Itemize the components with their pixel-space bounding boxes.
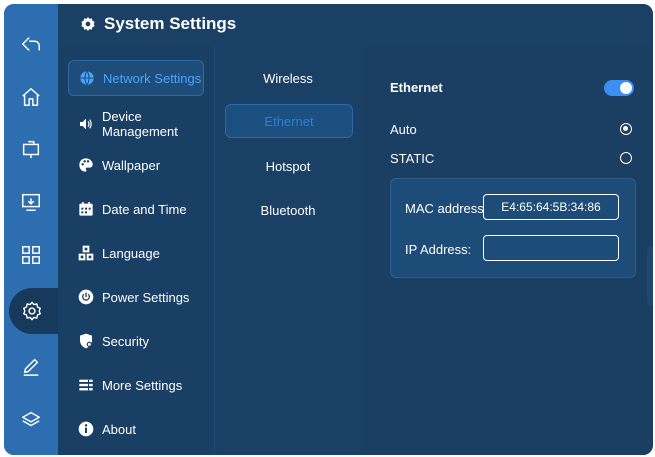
scroll-handle[interactable] <box>647 246 653 306</box>
menu-item-language[interactable]: Language <box>68 236 202 270</box>
ip-address-field[interactable] <box>483 235 619 261</box>
tab-wireless[interactable]: Wireless <box>225 62 351 94</box>
layers-button[interactable] <box>4 398 58 442</box>
app-window: System Settings Network Settings Device … <box>4 4 653 455</box>
speaker-icon <box>80 118 92 130</box>
menu-item-power-settings[interactable]: Power Settings <box>68 280 202 314</box>
ethernet-info-card: MAC address E4:65:64:5B:34:86 IP Address… <box>390 178 636 278</box>
tab-ethernet[interactable]: Ethernet <box>225 104 353 138</box>
menu-item-label: Security <box>102 333 149 349</box>
menu-item-label: Network Settings <box>103 70 202 86</box>
menu-item-security[interactable]: Security <box>68 324 202 358</box>
back-button[interactable] <box>4 22 58 66</box>
menu-item-label: More Settings <box>102 377 183 393</box>
mac-address-label: MAC address <box>405 201 484 216</box>
header-bar: System Settings <box>58 4 653 47</box>
menu-item-about[interactable]: About <box>68 412 202 446</box>
menu-item-more-settings[interactable]: More Settings <box>68 368 202 402</box>
option-auto-label: Auto <box>390 122 417 137</box>
screen-share-button[interactable] <box>4 180 58 224</box>
layers-icon <box>22 411 40 427</box>
whiteboard-icon <box>22 140 40 159</box>
back-icon <box>22 37 40 51</box>
ethernet-panel: Ethernet Auto STATIC MAC address E4:65:6… <box>362 46 653 455</box>
menu-item-label: Language <box>102 245 160 261</box>
globe-icon <box>80 70 94 86</box>
menu-item-device-management[interactable]: Device Management <box>68 105 202 143</box>
screen-share-icon <box>22 193 40 211</box>
menu-item-label: About <box>102 421 136 437</box>
menu-item-label: Date and Time <box>102 201 187 217</box>
option-auto-radio[interactable] <box>620 123 632 135</box>
annotate-button[interactable] <box>4 344 58 388</box>
gear-icon <box>81 17 95 31</box>
ethernet-toggle[interactable] <box>604 80 634 96</box>
settings-menu: Network Settings Device Management Wallp… <box>58 46 214 455</box>
ip-address-label: IP Address: <box>405 242 472 257</box>
network-tabs: Wireless Ethernet Hotspot Bluetooth <box>214 46 363 455</box>
page-title: System Settings <box>104 14 237 33</box>
tab-hotspot[interactable]: Hotspot <box>225 150 351 182</box>
annotate-pen-icon <box>23 358 39 376</box>
calendar-icon <box>79 202 93 216</box>
list-icon <box>79 379 93 391</box>
tab-bluetooth[interactable]: Bluetooth <box>225 194 351 226</box>
menu-item-date-and-time[interactable]: Date and Time <box>68 192 202 226</box>
home-button[interactable] <box>4 75 58 119</box>
mac-address-field: E4:65:64:5B:34:86 <box>483 194 619 220</box>
menu-item-network-settings[interactable]: Network Settings <box>68 60 204 96</box>
menu-item-label: Wallpaper <box>102 157 161 173</box>
apps-grid-icon <box>22 246 40 264</box>
option-static-radio[interactable] <box>620 152 632 164</box>
info-icon <box>78 421 94 437</box>
menu-item-label: Power Settings <box>102 289 190 305</box>
power-icon <box>78 289 94 305</box>
shield-icon <box>80 333 92 349</box>
ethernet-title: Ethernet <box>390 80 443 95</box>
left-rail <box>4 4 69 455</box>
apps-button[interactable] <box>4 233 58 277</box>
palette-icon <box>79 158 93 172</box>
option-static-label: STATIC <box>390 151 435 166</box>
menu-item-wallpaper[interactable]: Wallpaper <box>68 148 202 182</box>
whiteboard-button[interactable] <box>4 127 58 171</box>
menu-item-label: Device Management <box>102 109 178 139</box>
home-icon <box>22 88 40 106</box>
settings-gear-icon <box>23 301 41 321</box>
language-icon <box>78 245 94 261</box>
toggle-knob <box>620 82 632 94</box>
